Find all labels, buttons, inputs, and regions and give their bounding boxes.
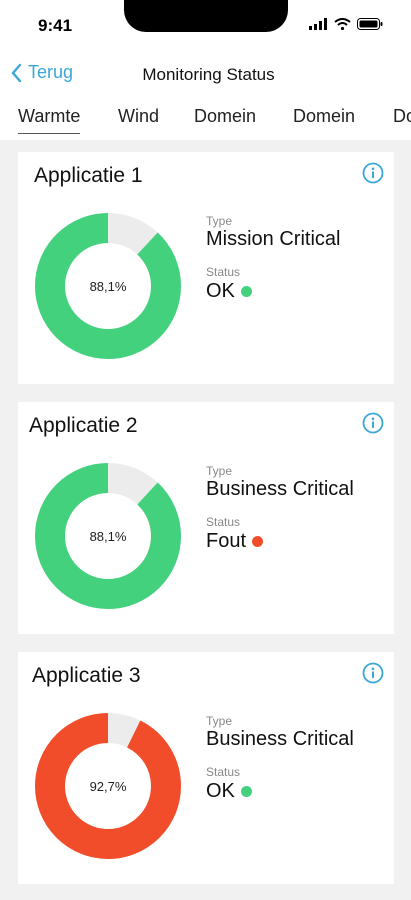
status-label: Status <box>206 515 241 529</box>
app-card[interactable]: Applicatie 2 88,1% Type Business Critica… <box>18 402 394 634</box>
page-title: Monitoring Status <box>142 65 275 84</box>
system-icons <box>309 18 383 30</box>
tab-do[interactable]: Do <box>393 106 411 127</box>
donut-percent-label: 88,1% <box>90 279 127 294</box>
navigation-bar: Terug Monitoring Status <box>0 58 411 92</box>
status-label: Status <box>206 765 241 779</box>
tab-wind[interactable]: Wind <box>118 106 159 127</box>
status-value-row: OK <box>206 780 252 803</box>
header-area: 9:41 Terug Monitoring Status Warmte Wind… <box>0 0 411 140</box>
status-dot <box>240 786 252 797</box>
status-dot <box>252 536 264 547</box>
tab-bar: Warmte Wind Domein Domein Do <box>0 104 411 134</box>
info-icon[interactable] <box>362 412 384 434</box>
app-card[interactable]: Applicatie 1 88,1% Type Mission Critical… <box>18 152 394 384</box>
status-value: OK <box>206 280 235 302</box>
donut-chart: 92,7% <box>35 713 181 859</box>
status-label: Status <box>206 265 241 279</box>
info-icon[interactable] <box>362 662 384 684</box>
card-title: Applicatie 1 <box>34 164 143 187</box>
status-value-row: OK <box>206 280 252 303</box>
card-title: Applicatie 3 <box>32 664 141 687</box>
status-bar: 9:41 <box>0 0 411 50</box>
type-value: Business Critical <box>206 728 354 750</box>
signal-icon <box>309 18 327 30</box>
donut-chart: 88,1% <box>35 213 181 359</box>
status-value-row: Fout <box>206 530 264 553</box>
type-label: Type <box>206 714 233 728</box>
donut-percent-label: 92,7% <box>90 779 127 794</box>
status-dot <box>240 286 252 297</box>
device-notch <box>124 0 288 32</box>
app-card[interactable]: Applicatie 3 92,7% Type Business Critica… <box>18 652 394 884</box>
type-value: Business Critical <box>206 478 354 500</box>
donut-chart: 88,1% <box>35 463 181 609</box>
type-label: Type <box>206 464 233 478</box>
status-time: 9:41 <box>38 16 73 35</box>
info-icon[interactable] <box>362 162 384 184</box>
status-value: OK <box>206 780 235 802</box>
tab-domein[interactable]: Domein <box>194 106 256 127</box>
donut-percent-label: 88,1% <box>90 529 127 544</box>
tab-warmte[interactable]: Warmte <box>18 106 81 134</box>
status-value: Fout <box>206 530 247 552</box>
card-title: Applicatie 2 <box>29 414 138 437</box>
type-label: Type <box>206 214 233 228</box>
wifi-icon <box>334 18 351 30</box>
tab-domein-2[interactable]: Domein <box>293 106 355 127</box>
battery-icon <box>357 18 383 30</box>
type-value: Mission Critical <box>206 228 341 250</box>
